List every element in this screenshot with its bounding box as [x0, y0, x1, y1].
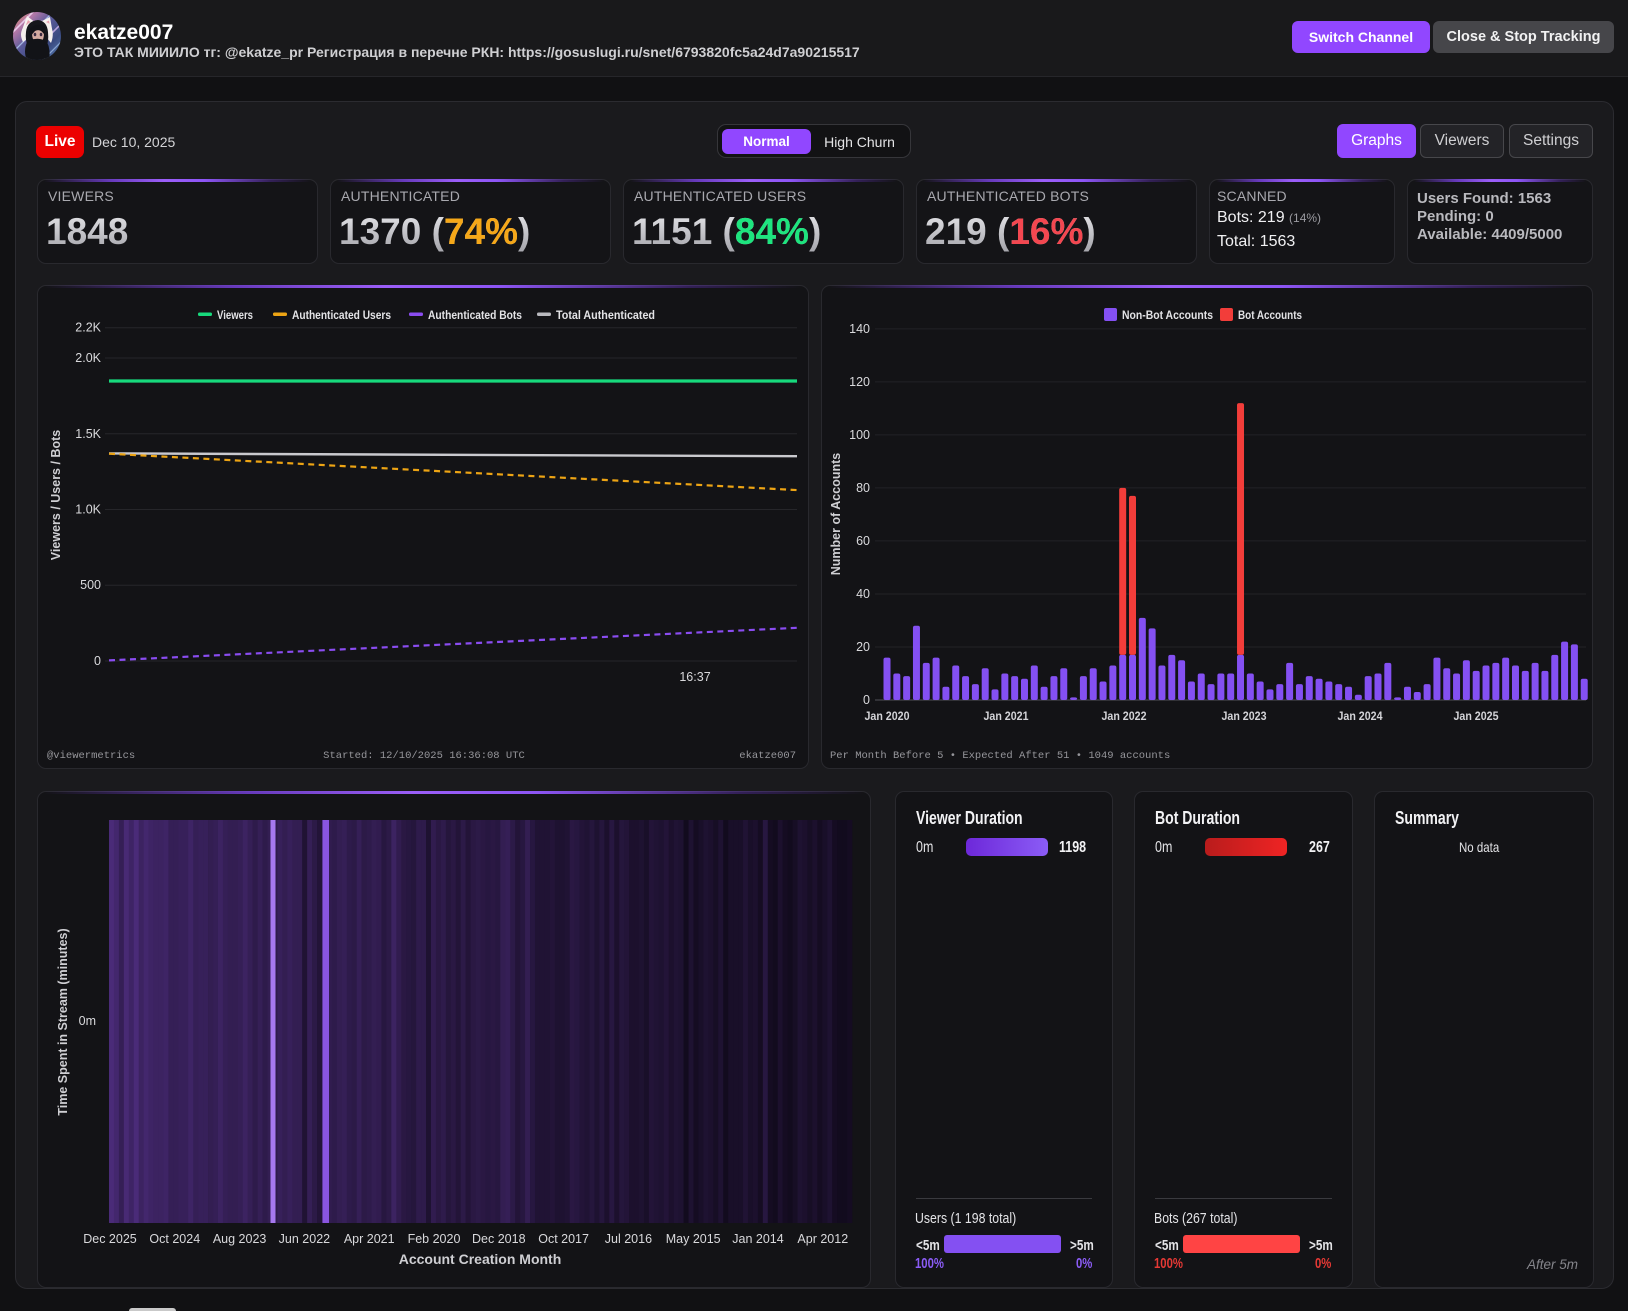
svg-text:80: 80: [856, 481, 870, 495]
svg-text:1.5K: 1.5K: [75, 427, 101, 441]
svg-text:Jun 2022: Jun 2022: [279, 1232, 330, 1246]
svg-text:2.0K: 2.0K: [75, 351, 101, 365]
svg-text:140: 140: [849, 322, 870, 336]
svg-text:Feb 2020: Feb 2020: [408, 1232, 461, 1246]
svg-text:Started: 12/10/2025 16:36:08 U: Started: 12/10/2025 16:36:08 UTC: [323, 750, 525, 762]
svg-text:0m: 0m: [79, 1014, 96, 1028]
svg-text:Jan 2025: Jan 2025: [1454, 709, 1499, 723]
svg-text:Aug 2023: Aug 2023: [213, 1232, 267, 1246]
svg-text:40: 40: [856, 587, 870, 601]
svg-text:Total Authenticated: Total Authenticated: [556, 310, 655, 322]
svg-text:Apr 2012: Apr 2012: [797, 1232, 848, 1246]
svg-text:60: 60: [856, 534, 870, 548]
svg-text:Dec 2018: Dec 2018: [472, 1232, 526, 1246]
svg-text:16:37: 16:37: [679, 670, 710, 684]
svg-text:Viewers: Viewers: [217, 310, 253, 322]
svg-text:Jan 2023: Jan 2023: [1222, 709, 1267, 723]
svg-text:@viewermetrics: @viewermetrics: [47, 750, 135, 762]
svg-text:Per Month Before 5 • Expected: Per Month Before 5 • Expected After 51 •…: [830, 750, 1170, 762]
svg-text:Dec 2025: Dec 2025: [83, 1232, 137, 1246]
svg-text:Jul 2016: Jul 2016: [605, 1232, 652, 1246]
svg-text:0: 0: [863, 693, 870, 707]
svg-text:Number of Accounts: Number of Accounts: [829, 453, 843, 576]
svg-text:100: 100: [849, 428, 870, 442]
svg-text:Account Creation Month: Account Creation Month: [399, 1251, 562, 1267]
svg-text:2.2K: 2.2K: [75, 321, 101, 335]
svg-text:Jan 2014: Jan 2014: [732, 1232, 783, 1246]
svg-text:Viewers / Users / Bots: Viewers / Users / Bots: [49, 430, 63, 560]
svg-text:Oct 2024: Oct 2024: [149, 1232, 200, 1246]
svg-text:Apr 2021: Apr 2021: [344, 1232, 395, 1246]
svg-text:Bot Accounts: Bot Accounts: [1238, 308, 1302, 322]
svg-text:Non-Bot Accounts: Non-Bot Accounts: [1122, 308, 1213, 322]
svg-text:20: 20: [856, 640, 870, 654]
svg-text:Authenticated Users: Authenticated Users: [292, 310, 391, 322]
svg-text:Jan 2024: Jan 2024: [1338, 709, 1383, 723]
svg-text:Jan 2021: Jan 2021: [984, 709, 1029, 723]
svg-text:May 2015: May 2015: [666, 1232, 721, 1246]
svg-text:Jan 2022: Jan 2022: [1102, 709, 1147, 723]
svg-text:120: 120: [849, 375, 870, 389]
svg-text:500: 500: [80, 578, 101, 592]
svg-text:ekatze007: ekatze007: [739, 750, 796, 762]
svg-text:Time Spent in Stream (minutes): Time Spent in Stream (minutes): [56, 928, 70, 1115]
svg-text:Jan 2020: Jan 2020: [865, 709, 910, 723]
svg-text:1.0K: 1.0K: [75, 503, 101, 517]
svg-text:0: 0: [94, 654, 101, 668]
svg-text:Authenticated Bots: Authenticated Bots: [428, 310, 522, 322]
svg-text:Oct 2017: Oct 2017: [538, 1232, 589, 1246]
